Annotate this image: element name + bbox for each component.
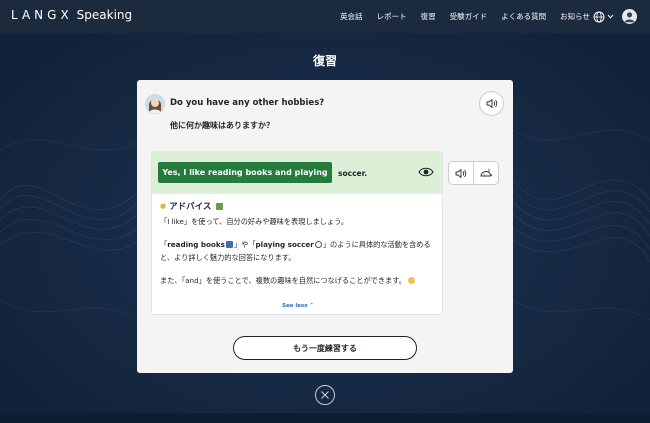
top-navigation-bar: LANGX Speaking 英会話 レポート 復習 受験ガイド よくある質問 … (0, 0, 650, 33)
nav-menu: 英会話 レポート 復習 受験ガイド よくある質問 お知らせ (340, 0, 590, 33)
page-title: 復習 (312, 54, 337, 68)
play-answer-button[interactable] (449, 162, 473, 184)
chevron-down-icon (607, 14, 614, 19)
logo-brand: LANGX (11, 8, 73, 22)
tutor-avatar-image (145, 94, 165, 114)
eye-icon[interactable] (418, 165, 434, 179)
review-card: Do you have any other hobbies? 他に何か趣味はあり… (137, 80, 513, 373)
advice-heading: ● アドバイス (160, 200, 224, 212)
question-japanese: 他に何か趣味はありますか？ (170, 121, 274, 130)
nav-item-exam-guide[interactable]: 受験ガイド (450, 11, 488, 22)
question-english: Do you have any other hobbies? (170, 98, 325, 108)
see-less-link[interactable]: See less ⌃ (152, 303, 442, 309)
logo-sub: Speaking (76, 8, 133, 22)
user-avatar-button[interactable] (622, 9, 637, 24)
answer-header: Yes, I like reading books and playing so… (152, 152, 442, 194)
answer-audio-controls (448, 161, 499, 185)
speaker-icon (486, 99, 497, 108)
speaker-icon (455, 168, 467, 178)
bottom-strip (0, 413, 650, 423)
globe-icon (593, 11, 605, 22)
nav-item-eikaiwa[interactable]: 英会話 (340, 11, 363, 22)
logo[interactable]: LANGX Speaking (11, 8, 132, 22)
see-less-label: See less (281, 303, 308, 309)
soccer-icon (314, 241, 322, 248)
play-question-button[interactable] (479, 91, 504, 116)
practice-again-button[interactable]: もう一度練習する (233, 336, 417, 360)
books-icon (216, 202, 224, 210)
chevron-up-icon: ⌃ (309, 303, 315, 309)
answer-remaining: soccer. (338, 169, 368, 178)
answer-highlight: Yes, I like reading books and playing (158, 162, 332, 183)
advice-title: アドバイス (169, 202, 212, 212)
advice-p2-soccer: playing soccer (255, 240, 314, 249)
advice-paragraph-1: 「I like」を使って、自分の好みや趣味を表現しましょう。 (160, 217, 349, 226)
close-button[interactable] (315, 385, 335, 405)
answer-panel: Yes, I like reading books and playing so… (151, 151, 443, 315)
book-icon (225, 241, 233, 248)
nav-item-review[interactable]: 復習 (421, 11, 436, 22)
nav-item-news[interactable]: お知らせ (560, 11, 590, 22)
slow-speed-icon (480, 168, 493, 176)
language-selector[interactable] (593, 10, 615, 23)
user-icon (624, 12, 635, 23)
slow-play-button[interactable] (474, 162, 498, 184)
nav-item-faq[interactable]: よくある質問 (501, 11, 546, 22)
lightbulb-icon: ● (160, 202, 167, 210)
advice-p2-reading: reading books (167, 240, 225, 249)
advice-paragraph-2: 「reading books 」や「playing soccer 」のように具体的な… (160, 238, 440, 264)
tutor-avatar (145, 94, 165, 114)
advice-paragraph-3: また、「and」を使うことで、複数の趣味を自然につなげることができます。 (160, 274, 440, 287)
advice-p2-c: 」や「 (233, 240, 256, 249)
smile-icon (407, 277, 415, 284)
nav-item-report[interactable]: レポート (377, 11, 407, 22)
close-icon (321, 391, 329, 399)
advice-p3-text: また、「and」を使うことで、複数の趣味を自然につなげることができます。 (160, 276, 406, 285)
